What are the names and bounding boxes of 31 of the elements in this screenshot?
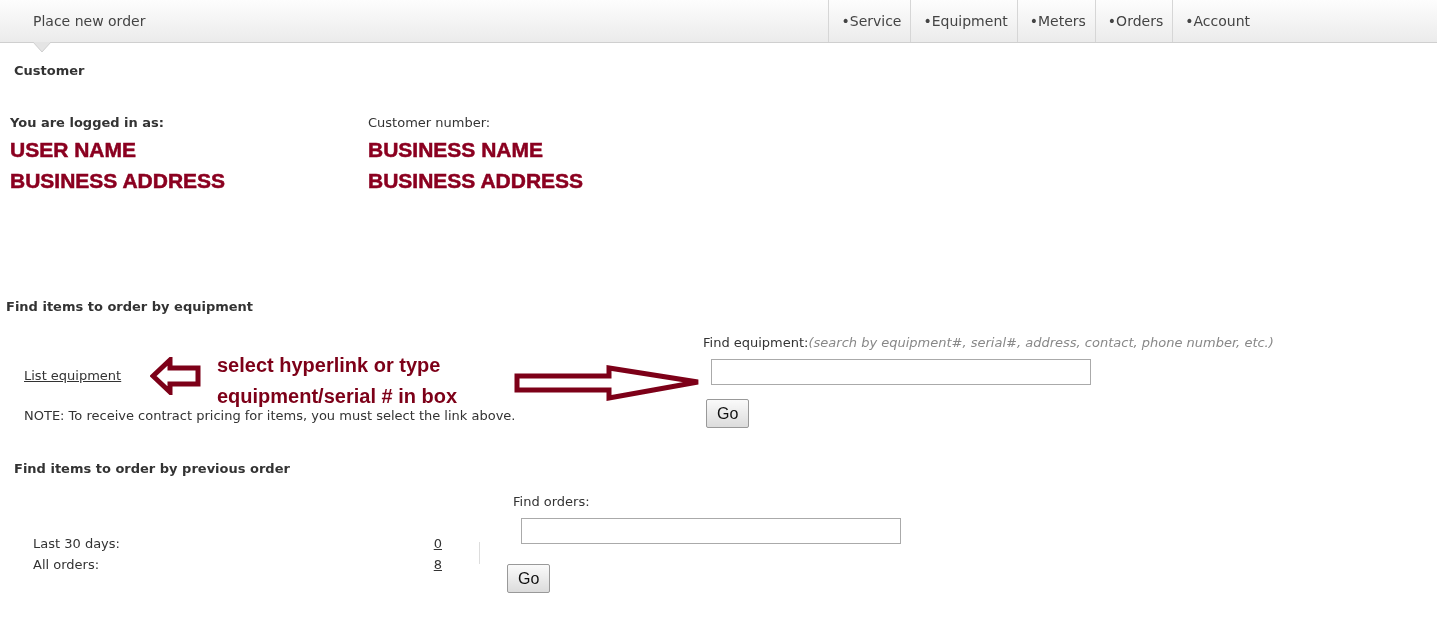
nav-tab[interactable]: •Meters — [1016, 0, 1095, 42]
breadcrumb: Place new order — [33, 13, 146, 29]
customer-info: BUSINESS NAME — [368, 137, 545, 163]
order-count-link[interactable]: 0 — [433, 536, 442, 551]
customer-info: BUSINESS ADDRESS — [368, 168, 584, 194]
left-arrow-icon — [150, 357, 202, 395]
field-label: Find orders: — [513, 494, 590, 509]
logged-in-label: You are logged in as: — [10, 115, 166, 130]
user-info: USER NAME — [10, 137, 137, 163]
nav-tab[interactable]: •Orders — [1094, 0, 1173, 42]
nav-tab[interactable]: •Equipment — [910, 0, 1017, 42]
customer-number-label: Customer number: — [368, 115, 492, 130]
nav-tab[interactable]: •Account — [1172, 0, 1259, 42]
go-button[interactable]: Go — [706, 399, 750, 428]
field-label: Find equipment: — [703, 335, 809, 350]
order-count-link[interactable]: 8 — [433, 557, 442, 572]
section-heading: Find items to order by previous order — [14, 461, 291, 476]
section-heading: Find items to order by equipment — [6, 299, 255, 314]
annotation-text: select hyperlink or type — [217, 354, 441, 377]
section-title: Customer — [14, 63, 86, 78]
order-count-label: All orders: — [33, 557, 100, 572]
nav-tab[interactable]: •Service — [828, 0, 911, 42]
order-search-field[interactable] — [521, 518, 901, 544]
user-info: BUSINESS ADDRESS — [10, 168, 227, 194]
note-text: NOTE: To receive contract pricing for items, you must select the link above. — [24, 408, 516, 423]
annotation-text: equipment/serial # in box — [217, 385, 458, 408]
search-hint: (search by equipment#, serial#, address, contact, phone number, etc.) — [808, 335, 1274, 350]
go-button[interactable]: Go — [507, 564, 551, 593]
equipment-search-field[interactable] — [711, 359, 1091, 385]
list-equipment-link[interactable]: List equipment — [24, 368, 122, 383]
order-count-label: Last 30 days: — [33, 536, 120, 551]
